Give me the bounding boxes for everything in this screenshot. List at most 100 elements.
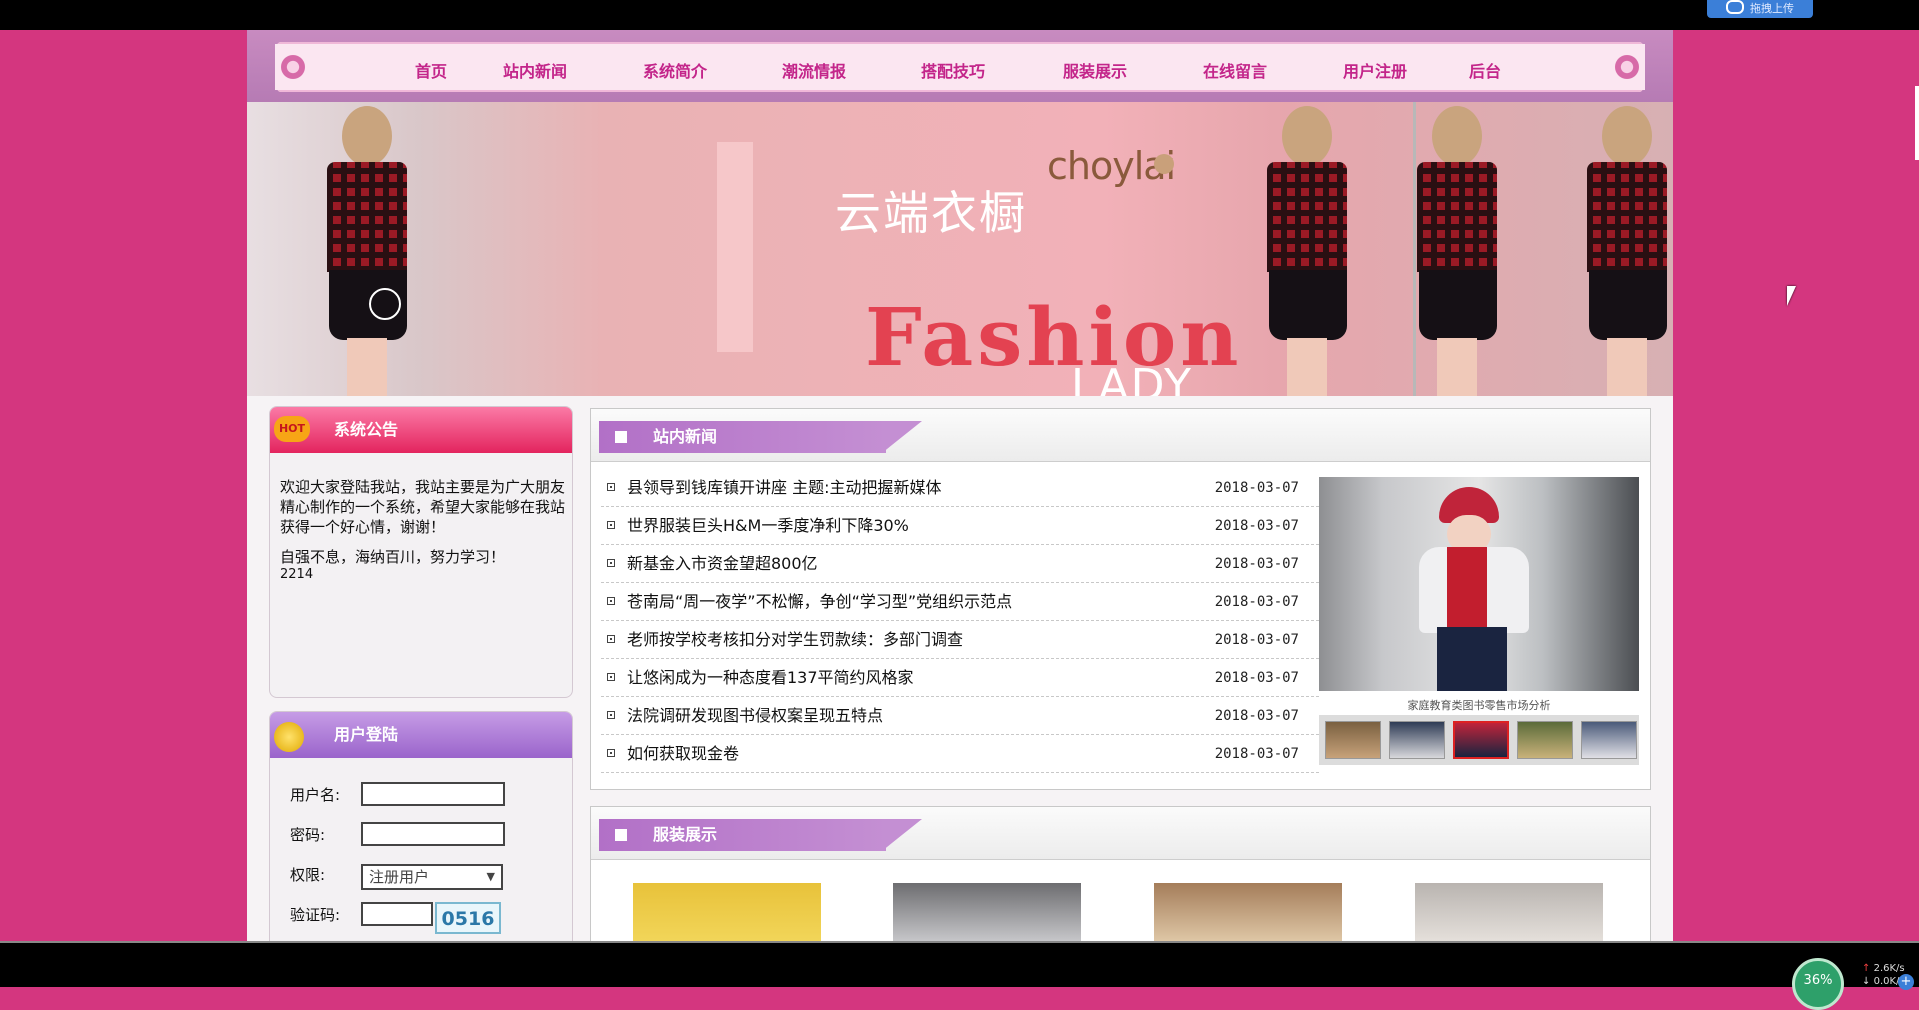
news-list: 县领导到钱库镇开讲座 主题:主动把握新媒体 2018-03-07 世界服装巨头H&M… xyxy=(601,469,1319,773)
banner-model-edge xyxy=(1567,102,1673,396)
login-box: 用户登陆 用户名: 密码: 权限: 注册用户 ▼ 验证码: 0516 xyxy=(269,711,573,941)
bullet-icon xyxy=(607,559,615,567)
bullet-icon xyxy=(607,711,615,719)
news-date: 2018-03-07 xyxy=(1214,746,1299,762)
nav-register[interactable]: 用户注册 xyxy=(1343,58,1407,82)
captcha-image[interactable]: 0516 xyxy=(435,902,501,934)
news-title[interactable]: 如何获取现金卷 xyxy=(627,735,739,773)
news-title[interactable]: 法院调研发现图书侵权案呈现五特点 xyxy=(627,697,883,735)
captcha-row: 验证码: 0516 xyxy=(290,902,501,934)
notice-box: HOT 系统公告 欢迎大家登陆我站，我站主要是为广大朋友精心制作的一个系统，希望… xyxy=(269,406,573,698)
news-title[interactable]: 世界服装巨头H&M一季度净利下降30% xyxy=(627,507,909,545)
cloud-icon xyxy=(1726,0,1744,14)
news-title[interactable]: 新基金入市资金望超800亿 xyxy=(627,545,818,583)
banner-divider xyxy=(1413,102,1416,396)
screen-bottom-bar xyxy=(0,941,1919,987)
clothing-item[interactable] xyxy=(893,883,1081,941)
network-gauge[interactable]: 36% xyxy=(1792,958,1844,1010)
banner: 云端衣橱 choylai Fashion LADY xyxy=(247,102,1673,396)
banner-title: 云端衣橱 xyxy=(835,186,1027,240)
upload-button[interactable]: 拖拽上传 xyxy=(1707,0,1813,18)
nav-news[interactable]: 站内新闻 xyxy=(503,58,567,82)
news-item[interactable]: 世界服装巨头H&M一季度净利下降30% 2018-03-07 xyxy=(601,507,1319,545)
photo-caption: 家庭教育类图书零售市场分析 xyxy=(1407,699,1551,712)
arrow-up-icon: ↑ xyxy=(1862,963,1871,974)
username-input[interactable] xyxy=(361,782,505,806)
password-input[interactable] xyxy=(361,822,505,846)
role-label: 权限: xyxy=(290,866,326,884)
thumbnail[interactable] xyxy=(1389,721,1445,759)
news-item[interactable]: 如何获取现金卷 2018-03-07 xyxy=(601,735,1319,773)
news-item[interactable]: 苍南局“周一夜学”不松懈，争创“学习型”党组织示范点 2018-03-07 xyxy=(601,583,1319,621)
website-page: 首页 站内新闻 系统简介 潮流情报 搭配技巧 服装展示 在线留言 用户注册 后台… xyxy=(247,30,1673,941)
username-row: 用户名: xyxy=(290,782,505,806)
news-title[interactable]: 老师按学校考核扣分对学生罚款续：多部门调查 xyxy=(627,621,963,659)
news-item[interactable]: 让悠闲成为一种态度看137平简约风格家 2018-03-07 xyxy=(601,659,1319,697)
notice-body: 欢迎大家登陆我站，我站主要是为广大朋友精心制作的一个系统，希望大家能够在我站获得… xyxy=(280,477,565,595)
news-date: 2018-03-07 xyxy=(1214,594,1299,610)
news-panel-title: 站内新闻 xyxy=(653,427,718,446)
medal-icon xyxy=(274,722,304,752)
notice-title: 系统公告 xyxy=(334,420,399,439)
square-icon xyxy=(615,431,627,443)
mouse-cursor-icon xyxy=(1787,286,1805,306)
notice-text-2: 自强不息，海纳百川，努力学习！ xyxy=(280,548,506,566)
news-title[interactable]: 苍南局“周一夜学”不松懈，争创“学习型”党组织示范点 xyxy=(627,583,1012,621)
password-row: 密码: xyxy=(290,822,505,846)
ornament-right-icon xyxy=(1609,44,1645,90)
role-value: 注册用户 xyxy=(369,868,430,886)
news-date: 2018-03-07 xyxy=(1214,708,1299,724)
news-item[interactable]: 法院调研发现图书侵权案呈现五特点 2018-03-07 xyxy=(601,697,1319,735)
bullet-icon xyxy=(607,521,615,529)
scrollbar[interactable] xyxy=(1915,86,1919,160)
news-panel: 站内新闻 县领导到钱库镇开讲座 主题:主动把握新媒体 2018-03-07 世界服装… xyxy=(590,408,1651,790)
clothing-item[interactable] xyxy=(1415,883,1603,941)
clothing-panel-title: 服装展示 xyxy=(653,825,718,844)
bullet-icon xyxy=(607,749,615,757)
captcha-input[interactable] xyxy=(361,902,433,926)
speed-up: 2.6K/s xyxy=(1873,963,1905,974)
news-date: 2018-03-07 xyxy=(1214,670,1299,686)
nav-tips[interactable]: 搭配技巧 xyxy=(921,58,985,82)
thumbnail-strip xyxy=(1319,715,1639,765)
divider xyxy=(0,941,1919,943)
news-date: 2018-03-07 xyxy=(1214,556,1299,572)
nav-home[interactable]: 首页 xyxy=(415,58,447,82)
news-title[interactable]: 让悠闲成为一种态度看137平简约风格家 xyxy=(627,659,914,697)
news-photo[interactable] xyxy=(1319,477,1639,691)
banner-bar xyxy=(717,142,753,352)
clothing-item[interactable] xyxy=(633,883,821,941)
role-select[interactable]: 注册用户 ▼ xyxy=(361,864,503,890)
thumbnail[interactable] xyxy=(1581,721,1637,759)
nav-intro[interactable]: 系统简介 xyxy=(643,58,707,82)
screen-top-bar: 拖拽上传 xyxy=(0,0,1919,30)
nav-clothing[interactable]: 服装展示 xyxy=(1063,58,1127,82)
thumbnail[interactable] xyxy=(1517,721,1573,759)
bullet-icon xyxy=(607,483,615,491)
role-row: 权限: 注册用户 ▼ xyxy=(290,864,503,890)
notice-header: HOT 系统公告 xyxy=(270,407,572,453)
banner-model-left xyxy=(307,102,427,396)
password-label: 密码: xyxy=(290,826,326,844)
thumbnail[interactable] xyxy=(1325,721,1381,759)
clothing-item[interactable] xyxy=(1154,883,1342,941)
circle-icon xyxy=(369,288,401,320)
nav-admin[interactable]: 后台 xyxy=(1469,58,1501,82)
nav-trends[interactable]: 潮流情报 xyxy=(782,58,846,82)
clothing-panel-header: 服装展示 xyxy=(591,807,1650,860)
news-title[interactable]: 县领导到钱库镇开讲座 主题:主动把握新媒体 xyxy=(627,469,941,507)
main-nav: 首页 站内新闻 系统简介 潮流情报 搭配技巧 服装展示 在线留言 用户注册 后台 xyxy=(247,30,1673,102)
notice-number: 2214 xyxy=(280,567,314,582)
bullet-icon xyxy=(607,597,615,605)
news-item[interactable]: 老师按学校考核扣分对学生罚款续：多部门调查 2018-03-07 xyxy=(601,621,1319,659)
thumbnail-active[interactable] xyxy=(1453,721,1509,759)
login-header: 用户登陆 xyxy=(270,712,572,758)
banner-model-center xyxy=(1247,102,1367,396)
news-item[interactable]: 县领导到钱库镇开讲座 主题:主动把握新媒体 2018-03-07 xyxy=(601,469,1319,507)
bullet-icon xyxy=(607,673,615,681)
nav-message[interactable]: 在线留言 xyxy=(1203,58,1267,82)
hot-badge-icon: HOT xyxy=(274,416,310,442)
news-item[interactable]: 新基金入市资金望超800亿 2018-03-07 xyxy=(601,545,1319,583)
news-date: 2018-03-07 xyxy=(1214,480,1299,496)
plus-button[interactable]: + xyxy=(1898,974,1914,990)
